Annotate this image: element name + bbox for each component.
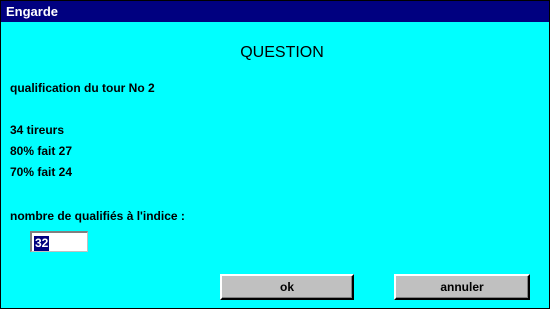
pct70-line: 70% fait 24 xyxy=(10,165,73,179)
qualified-prompt: nombre de qualifiés à l'indice : xyxy=(10,209,185,223)
dialog-heading: QUESTION xyxy=(240,44,324,61)
dialog-window: Engarde QUESTION qualification du tour N… xyxy=(0,0,550,309)
shooters-count: 34 tireurs xyxy=(10,123,65,137)
cancel-button[interactable]: annuler xyxy=(394,274,530,300)
pct80-line: 80% fait 27 xyxy=(10,144,73,158)
title-bar: Engarde xyxy=(1,1,549,22)
qualified-count-value: 32 xyxy=(34,236,50,251)
qualification-label: qualification du tour No 2 xyxy=(10,81,155,95)
ok-button[interactable]: ok xyxy=(220,274,354,300)
qualified-count-input[interactable]: 32 xyxy=(30,231,88,252)
